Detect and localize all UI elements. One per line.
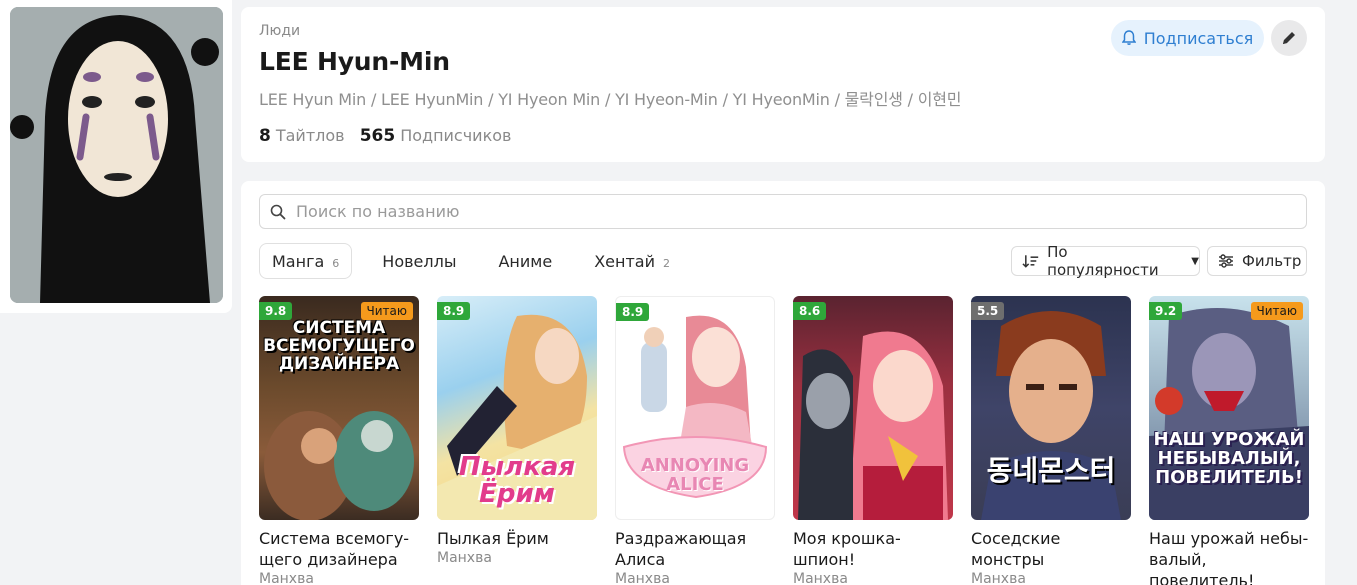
title-card[interactable]: СИСТЕМА ВСЕМОГУЩЕГО ДИЗАЙНЕРА 9.8 Читаю … <box>259 296 419 585</box>
cover-title-text: 동네몬스터 <box>986 454 1116 487</box>
sort-dropdown[interactable]: По популярности ▼ <box>1011 243 1200 279</box>
avatar-card <box>0 0 232 313</box>
cover-title-text: ANNOYING ALICE <box>640 455 750 495</box>
tab-anime[interactable]: Аниме <box>486 243 564 279</box>
card-type: Манхва <box>971 571 1026 585</box>
titles-count: 8 <box>259 126 271 146</box>
breadcrumb[interactable]: Люди <box>259 23 300 39</box>
sort-label: По популярности <box>1047 243 1159 279</box>
subscribe-button[interactable]: Подписаться <box>1111 20 1264 56</box>
titles-label: Тайтлов <box>275 126 345 145</box>
subscribers-count: 565 <box>359 126 396 146</box>
tab-label: Манга <box>272 251 325 271</box>
works-panel: Манга 6 Новеллы Аниме Хентай 2 По популярн… <box>241 181 1325 585</box>
cover-image[interactable]: Пылкая Ёрим 8.9 <box>437 296 597 520</box>
tab-label: Хентай <box>594 251 655 271</box>
card-title[interactable]: Раздражающая Алиса <box>615 528 775 570</box>
search-input[interactable] <box>296 202 1196 221</box>
card-title[interactable]: Наш урожай небы-валый, повелитель! <box>1149 528 1309 585</box>
card-type: Манхва <box>793 571 848 585</box>
cover-art <box>798 331 948 520</box>
card-title[interactable]: Пылкая Ёрим <box>437 528 597 549</box>
cover-title-text: СИСТЕМА ВСЕМОГУЩЕГО ДИЗАЙНЕРА <box>263 318 415 374</box>
title-card[interactable]: НАШ УРОЖАЙ НЕБЫВАЛЫЙ, ПОВЕЛИТЕЛЬ! 9.2 Чи… <box>1149 296 1309 585</box>
subscribe-label: Подписаться <box>1143 28 1254 48</box>
cover-image[interactable]: ANNOYING ALICE 8.9 <box>615 296 775 520</box>
rating-badge: 8.9 <box>616 303 650 321</box>
tab-count: 6 <box>332 256 340 270</box>
pencil-icon <box>1283 32 1295 44</box>
tab-label: Аниме <box>498 251 553 271</box>
title-card[interactable]: 동네몬스터 5.5 Соседские монстры Манхва <box>971 296 1131 585</box>
page-title: LEE Hyun-Min <box>259 47 450 76</box>
filter-label: Фильтр <box>1242 252 1302 270</box>
rating-badge: 9.8 <box>259 302 293 320</box>
reading-badge: Читаю <box>1250 302 1303 320</box>
tab-label: Новеллы <box>382 251 457 271</box>
sort-icon <box>1022 255 1039 268</box>
cover-image[interactable]: 8.6 <box>793 296 953 520</box>
rating-badge: 5.5 <box>971 302 1005 320</box>
author-header: Люди LEE Hyun-Min LEE Hyun Min / LEE Hyu… <box>241 7 1325 162</box>
tab-novels[interactable]: Новеллы <box>370 243 468 279</box>
rating-badge: 9.2 <box>1149 302 1183 320</box>
tab-hentai[interactable]: Хентай 2 <box>582 243 682 279</box>
card-type: Манхва <box>615 571 670 585</box>
cover-image[interactable]: 동네몬스터 5.5 <box>971 296 1131 520</box>
bell-icon <box>1121 30 1136 45</box>
card-title[interactable]: Система всемогу-щего дизайнера <box>259 528 419 570</box>
search-box[interactable] <box>259 194 1307 229</box>
filter-button[interactable]: Фильтр <box>1207 246 1307 276</box>
avatar <box>10 7 223 303</box>
tab-manga[interactable]: Манга 6 <box>259 243 353 279</box>
rating-badge: 8.9 <box>437 302 471 320</box>
card-type: Манхва <box>437 550 492 566</box>
alternative-names: LEE Hyun Min / LEE HyunMin / YI Hyeon Mi… <box>259 90 962 109</box>
tab-count: 2 <box>662 256 670 270</box>
edit-button[interactable] <box>1271 20 1307 56</box>
stats: 8 Тайтлов 565 Подписчиков <box>259 126 521 146</box>
card-title[interactable]: Моя крошка-шпион! <box>793 528 953 570</box>
subscribers-label: Подписчиков <box>400 126 512 145</box>
sliders-icon <box>1219 254 1233 268</box>
card-type: Манхва <box>259 571 314 585</box>
cover-title-text: Пылкая Ёрим <box>458 452 576 510</box>
type-tabs: Манга 6 Новеллы Аниме Хентай 2 <box>259 243 700 279</box>
card-title[interactable]: Соседские монстры <box>971 528 1131 570</box>
title-card[interactable]: 8.6 Моя крошка-шпион! Манхва <box>793 296 953 585</box>
search-icon <box>270 204 286 219</box>
title-card[interactable]: ANNOYING ALICE 8.9 Раздражающая Алиса Ма… <box>615 296 775 585</box>
reading-badge: Читаю <box>360 302 413 320</box>
caret-down-icon: ▼ <box>1191 255 1199 267</box>
cover-image[interactable]: СИСТЕМА ВСЕМОГУЩЕГО ДИЗАЙНЕРА 9.8 Читаю <box>259 296 419 520</box>
cover-title-text: НАШ УРОЖАЙ НЕБЫВАЛЫЙ, ПОВЕЛИТЕЛЬ! <box>1153 429 1305 488</box>
cover-image[interactable]: НАШ УРОЖАЙ НЕБЫВАЛЫЙ, ПОВЕЛИТЕЛЬ! 9.2 Чи… <box>1149 296 1309 520</box>
title-card[interactable]: Пылкая Ёрим 8.9 Пылкая Ёрим Манхва <box>437 296 597 568</box>
rating-badge: 8.6 <box>793 302 827 320</box>
avatar-image <box>10 7 223 303</box>
